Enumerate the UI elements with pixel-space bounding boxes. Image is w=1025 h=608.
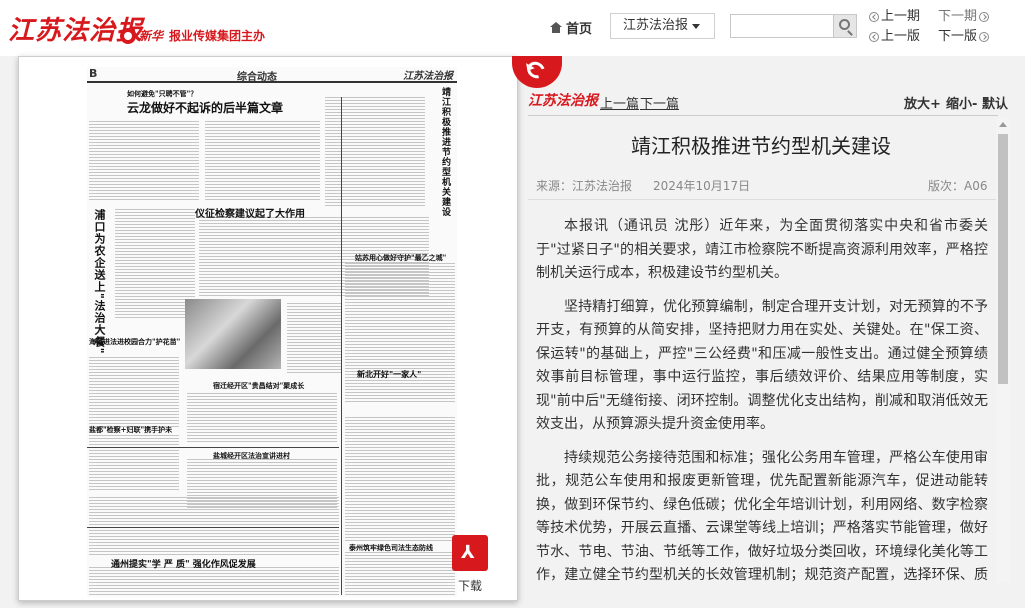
divider (528, 199, 998, 200)
pdf-icon: ⅄ (461, 542, 475, 563)
article-panel: 江苏法治报 上一篇 下一篇 放大+ 缩小- 默认 靖江积极推进节约型机关建设 来… (528, 88, 1010, 583)
scroll-thumb[interactable] (998, 134, 1008, 384)
prev-issue-label: 上一期 (881, 9, 921, 24)
newspaper-frame: B 综合动态 江苏法治报 如何避免"只聘不管"？ 云龙做好不起诉的后半篇文章 仪… (18, 56, 518, 601)
prev-article-link[interactable]: 上一篇 (600, 93, 639, 112)
text-block (89, 357, 179, 427)
masthead: 江苏法治报 (403, 71, 453, 82)
text-block (345, 552, 455, 595)
group-logo-icon (120, 27, 136, 44)
headline[interactable]: 盐城经开区法治宣讲进村 (213, 451, 290, 461)
text-block (345, 417, 455, 542)
headline[interactable]: 泰州筑牢绿色司法生态防线 (349, 543, 433, 553)
issue-nav-right: 下一期 下一版 (938, 7, 990, 47)
headline[interactable]: 宿迁经开区"贵昌结对"聚成长 (213, 381, 304, 391)
group-text: 报业传媒集团主办 (169, 29, 266, 43)
issue-nav-left: 上一期 上一版 (869, 7, 920, 47)
headline[interactable]: 浦口为农企送上"法治大餐" (91, 209, 107, 354)
article-edition: 版次：A06 (928, 179, 988, 193)
zoom-out-button[interactable]: 缩小- (946, 93, 977, 112)
zoom-reset-button[interactable]: 默认 (982, 93, 1008, 112)
chevron-right-circle-icon (979, 32, 990, 42)
next-article-link[interactable]: 下一篇 (640, 93, 679, 112)
article-body: 本报讯（通讯员 沈彤）近年来，为全面贯彻落实中央和省市委关于"过紧日子"的相关要… (536, 215, 988, 583)
group-logo: 新华 报业传媒集团主办 (120, 27, 265, 44)
headline[interactable]: 云龙做好不起诉的后半篇文章 (127, 99, 283, 116)
text-block (325, 97, 425, 207)
newspaper-photo (185, 299, 281, 369)
section-name: 综合动态 (237, 72, 277, 83)
chevron-right-circle-icon (979, 12, 990, 22)
headline[interactable]: 通州提实"学 严 质" 强化作风促发展 (111, 557, 256, 570)
divider (528, 115, 998, 116)
headline[interactable]: 海门进法进校园合力"护花苗" (89, 337, 180, 347)
group-brand: 新华 (139, 29, 164, 43)
search-button[interactable] (833, 14, 857, 38)
divider (87, 447, 339, 448)
headline[interactable]: 姑苏用心做好守护"最乙之城" (355, 253, 446, 263)
article-paragraph: 本报讯（通讯员 沈彤）近年来，为全面贯彻落实中央和省市委关于"过紧日子"的相关要… (536, 218, 988, 281)
headline[interactable]: 新北开好"一家人" (357, 369, 421, 380)
chevron-left-circle-icon (869, 12, 879, 22)
text-block (89, 121, 199, 201)
back-arrow-icon (524, 58, 548, 82)
article-logo: 江苏法治报 (528, 93, 598, 109)
zoom-in-button[interactable]: 放大+ (904, 93, 941, 112)
next-page-link[interactable]: 下一版 (938, 27, 990, 47)
text-block (345, 263, 455, 403)
home-label: 首页 (566, 22, 593, 37)
search-icon (839, 19, 850, 30)
text-block (89, 435, 179, 490)
next-issue-label: 下一期 (938, 9, 978, 24)
home-link[interactable]: 首页 (550, 18, 592, 37)
home-icon (550, 22, 562, 33)
next-page-label: 下一版 (938, 29, 978, 44)
headline[interactable]: 盐都"检察+妇联"携手护未 (89, 425, 172, 435)
article-scrollbar[interactable] (996, 118, 1010, 583)
headline[interactable]: 如何避免"只聘不管"？ (127, 89, 197, 99)
next-issue-link[interactable]: 下一期 (938, 7, 990, 27)
article-paragraph: 持续规范公务接待范围和标准；强化公务用车管理，严格公车使用审批，规范公车使用和报… (536, 449, 988, 584)
text-block (89, 567, 339, 595)
headline[interactable]: 靖江积极推进节约型机关建设 (439, 87, 452, 217)
chevron-left-circle-icon (869, 32, 879, 42)
paper-select-value: 江苏法治报 (623, 18, 689, 33)
text-block (115, 209, 195, 319)
newspaper-page-header: B 综合动态 江苏法治报 (87, 67, 457, 83)
download-label[interactable]: 下载 (458, 577, 482, 594)
top-bar: 江苏法治报 新华 报业传媒集团主办 首页 江苏法治报 上一期 上一版 下一期 下… (0, 0, 1025, 56)
chevron-down-icon (692, 24, 700, 29)
article-date: 2024年10月17日 (653, 179, 751, 193)
divider (87, 527, 339, 528)
newspaper-page-image[interactable]: B 综合动态 江苏法治报 如何避免"只聘不管"？ 云龙做好不起诉的后半篇文章 仪… (87, 67, 457, 597)
pdf-download-button[interactable]: ⅄ (452, 535, 488, 571)
article-title: 靖江积极推进节约型机关建设 (631, 134, 891, 158)
article-paragraph: 坚持精打细算，优化预算编制，制定合理开支计划，对无预算的不予开支，有预算的从简安… (536, 298, 988, 433)
scroll-up-arrow-icon[interactable] (999, 122, 1007, 127)
page-letter: B (89, 67, 98, 80)
prev-issue-link[interactable]: 上一期 (869, 7, 920, 27)
prev-page-link[interactable]: 上一版 (869, 27, 920, 47)
paper-select[interactable]: 江苏法治报 (610, 13, 715, 39)
prev-page-label: 上一版 (881, 29, 921, 44)
text-block (205, 121, 320, 201)
article-source: 来源：江苏法治报 (536, 179, 633, 193)
headline[interactable]: 仪征检察建议起了大作用 (195, 205, 305, 220)
search-input[interactable] (730, 14, 834, 38)
divider (341, 97, 342, 595)
text-block (187, 393, 337, 443)
text-block (287, 303, 341, 373)
back-button[interactable] (512, 56, 562, 88)
